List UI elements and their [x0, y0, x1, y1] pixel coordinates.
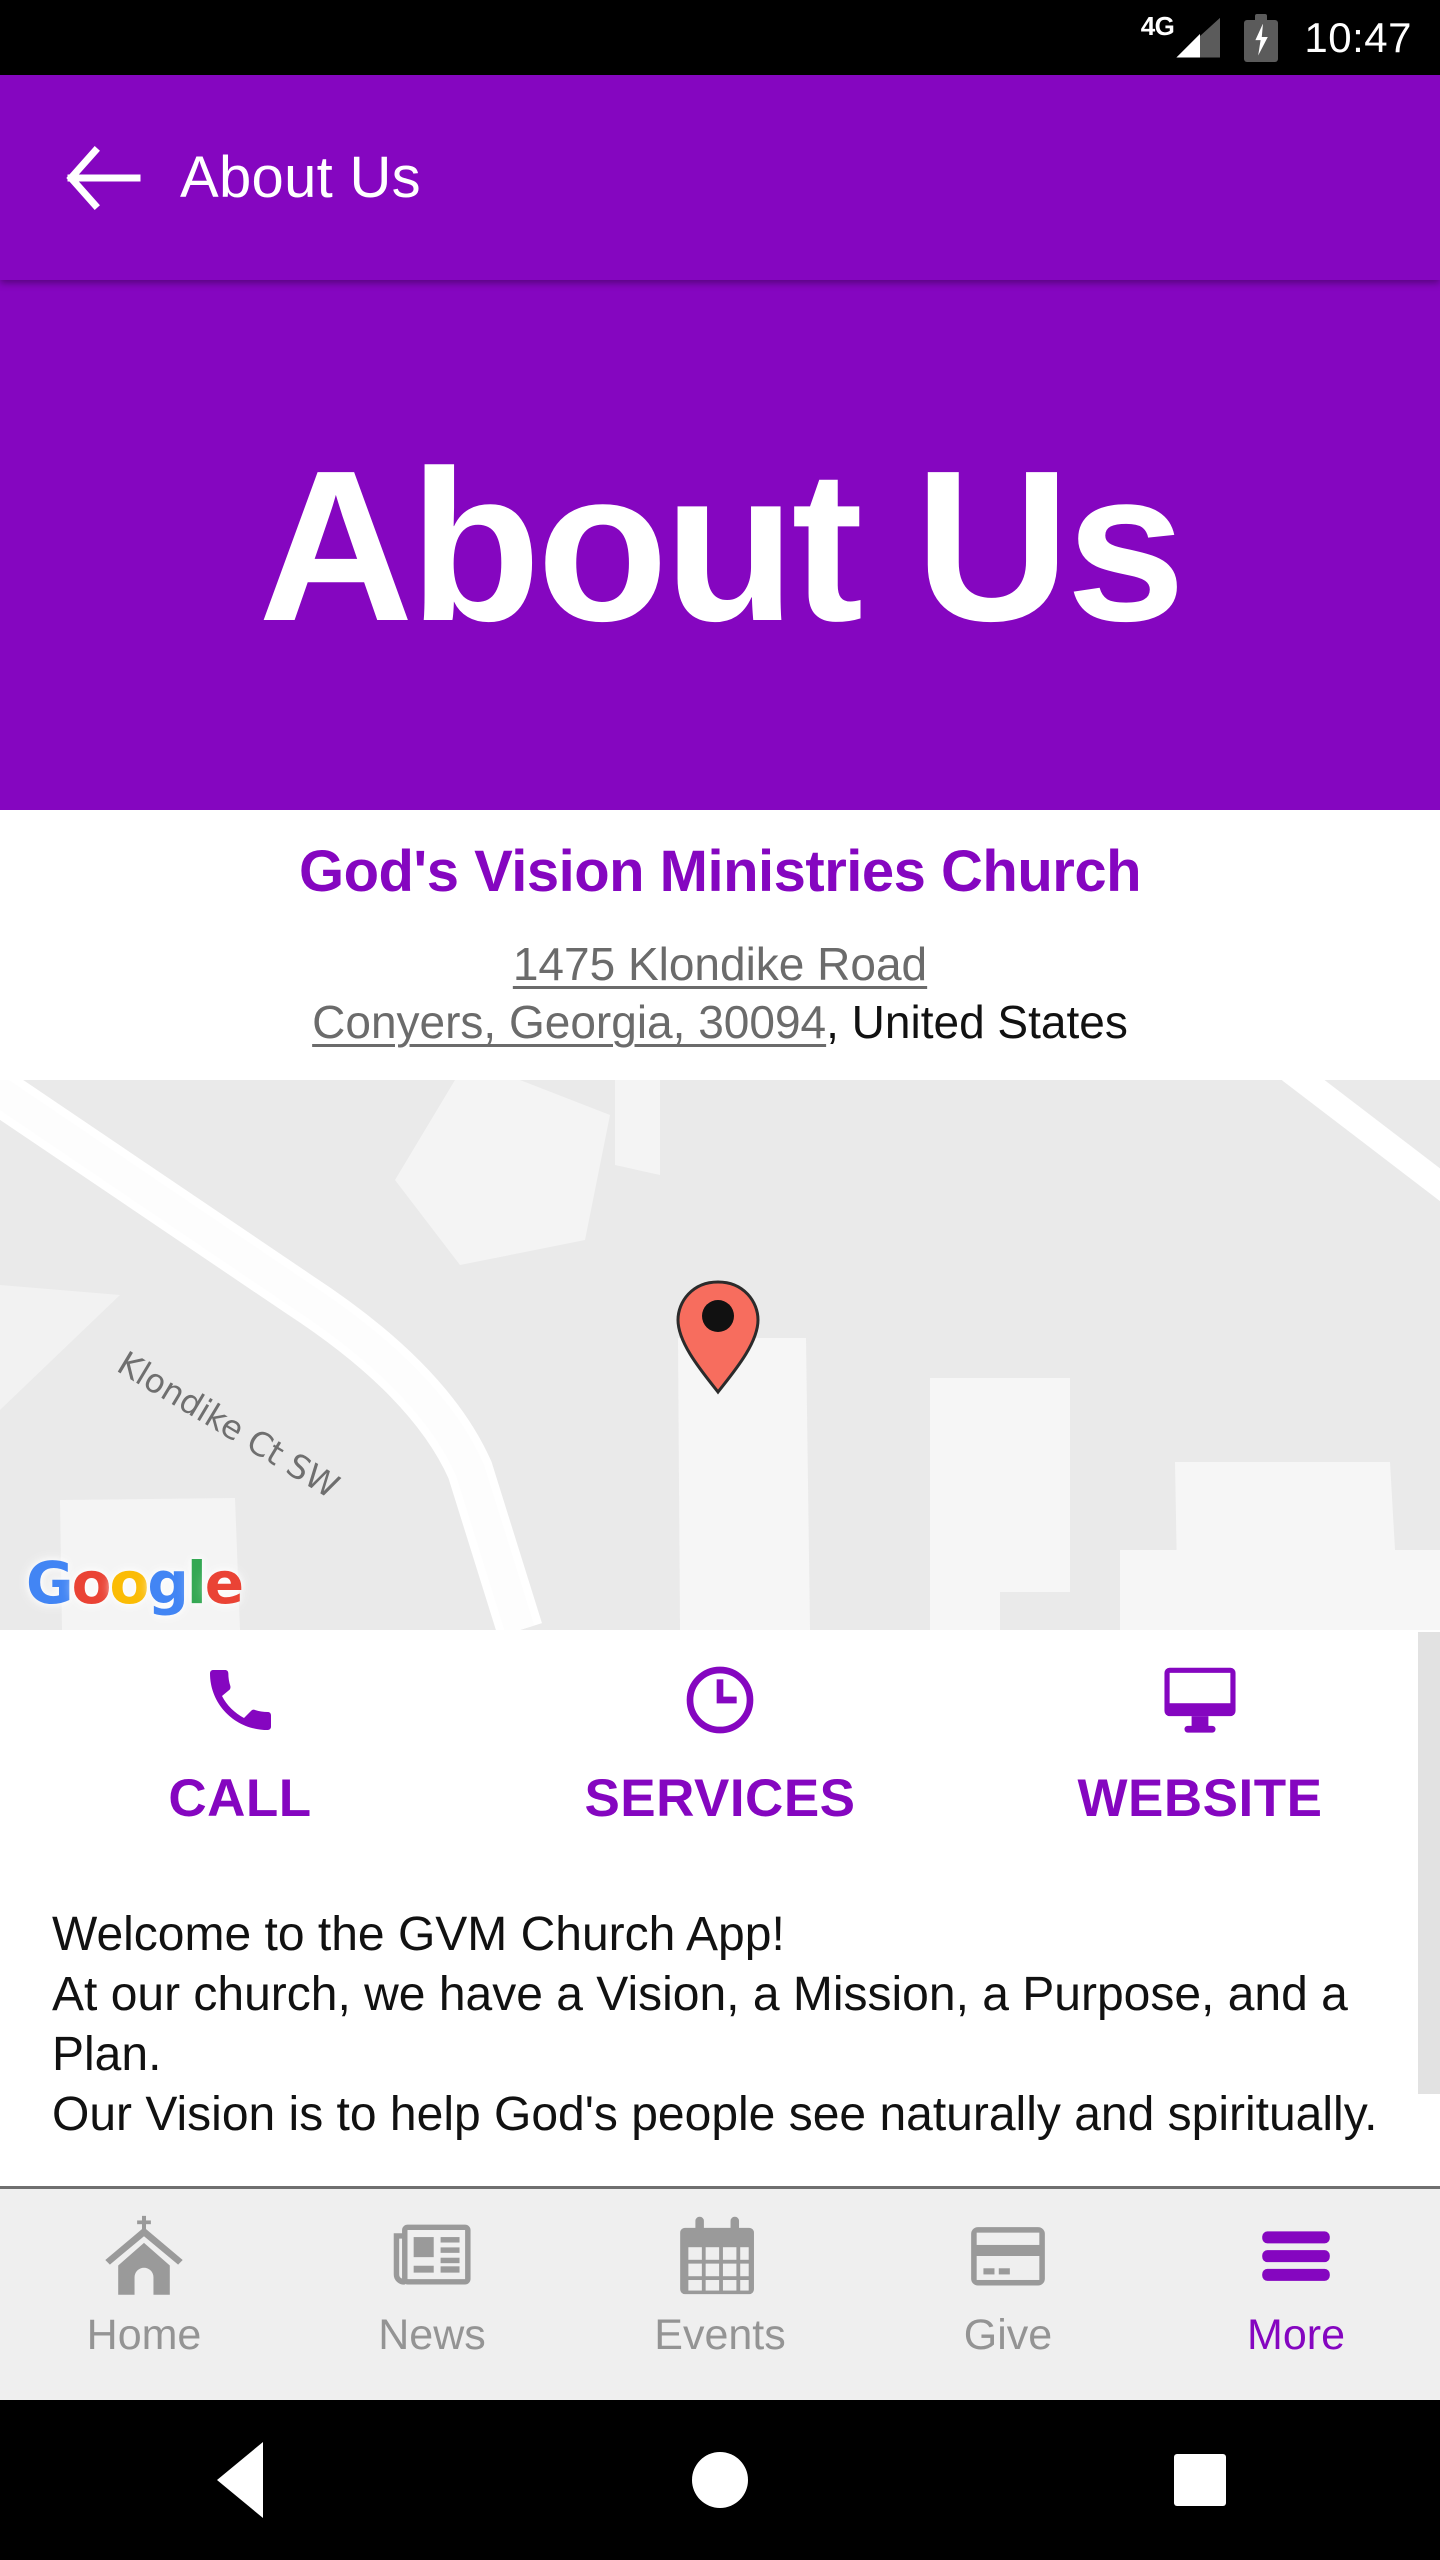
call-button[interactable]: CALL — [0, 1630, 480, 1829]
body-line-3: Our Vision is to help God's people see n… — [52, 2088, 1378, 2141]
nav-item-news[interactable]: News — [288, 2189, 576, 2360]
phone-icon — [200, 1656, 280, 1744]
android-system-nav — [0, 2400, 1440, 2560]
newspaper-icon — [389, 2213, 475, 2299]
system-back-icon[interactable] — [150, 2400, 330, 2560]
nav-item-home[interactable]: Home — [0, 2189, 288, 2360]
body-line-2: At our church, we have a Vision, a Missi… — [52, 1968, 1348, 2081]
address-line-1: 1475 Klondike Road — [0, 935, 1440, 994]
map-canvas: Klondike Ct SW — [0, 1080, 1440, 1630]
app-bar: About Us — [0, 75, 1440, 280]
hamburger-icon — [1253, 2213, 1339, 2299]
clock-icon — [680, 1656, 760, 1744]
about-body-text: Welcome to the GVM Church App! At our ch… — [0, 1905, 1440, 2187]
vertical-scrollbar[interactable] — [1418, 1632, 1440, 2094]
address-street-link[interactable]: 1475 Klondike Road — [513, 938, 927, 990]
back-arrow-icon[interactable] — [48, 123, 158, 233]
network-type-label: 4G — [1140, 10, 1175, 41]
hero-title: About Us — [258, 424, 1185, 666]
battery-charging-icon — [1244, 13, 1279, 62]
call-label: CALL — [168, 1769, 312, 1828]
clock-label: 10:47 — [1304, 13, 1412, 61]
church-name: God's Vision Ministries Church — [298, 839, 1142, 904]
church-icon — [101, 2213, 187, 2299]
nav-label-news: News — [378, 2311, 486, 2359]
hero-banner: About Us — [0, 280, 1440, 810]
body-line-1: Welcome to the GVM Church App! — [52, 1908, 785, 1961]
monitor-icon — [1158, 1656, 1242, 1744]
website-label: WEBSITE — [1077, 1769, 1323, 1828]
nav-item-give[interactable]: Give — [864, 2189, 1152, 2360]
nav-label-home: Home — [86, 2311, 202, 2359]
nav-label-give: Give — [963, 2311, 1053, 2359]
nav-label-events: Events — [654, 2311, 786, 2359]
bottom-nav-bar: Home News Events Give More — [0, 2186, 1440, 2400]
google-logo: Google — [26, 1549, 244, 1617]
signal-bars-icon — [1176, 17, 1221, 58]
app-screen: 4G 10:47 About Us About Us God's Vision … — [0, 0, 1440, 2560]
nav-label-more: More — [1247, 2311, 1345, 2359]
address-block: 1475 Klondike Road Conyers, Georgia, 300… — [0, 935, 1440, 1053]
services-button[interactable]: SERVICES — [480, 1630, 960, 1829]
website-button[interactable]: WEBSITE — [960, 1630, 1440, 1829]
address-country: , United States — [826, 996, 1128, 1049]
address-city-link[interactable]: Conyers, Georgia, 30094 — [312, 996, 826, 1048]
nav-item-events[interactable]: Events — [576, 2189, 864, 2360]
page-title: About Us — [180, 145, 421, 210]
map-view[interactable]: Klondike Ct SW Google — [0, 1080, 1440, 1630]
action-row: CALL SERVICES WEBSITE — [0, 1630, 1440, 1900]
system-home-icon[interactable] — [630, 2400, 810, 2560]
services-label: SERVICES — [584, 1769, 856, 1828]
system-recents-icon[interactable] — [1110, 2400, 1290, 2560]
church-info-block: God's Vision Ministries Church 1475 Klon… — [0, 810, 1440, 1080]
address-line-2: Conyers, Georgia, 30094, United States — [0, 993, 1440, 1052]
nav-item-more[interactable]: More — [1152, 2189, 1440, 2360]
credit-card-icon — [965, 2213, 1051, 2299]
status-bar: 4G 10:47 — [0, 0, 1440, 75]
calendar-icon — [677, 2213, 763, 2299]
